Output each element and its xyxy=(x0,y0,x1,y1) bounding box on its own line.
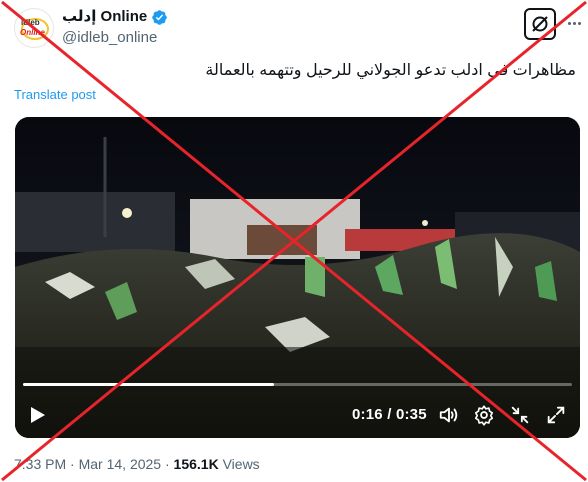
fullscreen-icon[interactable] xyxy=(545,404,567,426)
views-label: Views xyxy=(218,456,260,472)
grok-icon xyxy=(532,16,548,32)
minimize-icon[interactable] xyxy=(509,404,531,426)
settings-gear-icon[interactable] xyxy=(473,404,495,426)
meta-separator: · xyxy=(161,456,174,472)
volume-icon[interactable] xyxy=(438,404,460,426)
translate-post-link[interactable]: Translate post xyxy=(14,87,96,102)
video-time-current: 0:16 xyxy=(352,406,383,423)
video-frame xyxy=(15,117,580,438)
views-count: 156.1K xyxy=(173,456,219,472)
avatar-logo-bottom: Online xyxy=(20,28,45,37)
display-name[interactable]: إدلب Online xyxy=(62,7,147,27)
video-time-readout: 0:16 / 0:35 xyxy=(352,406,427,423)
avatar-logo-top: idleb xyxy=(21,18,40,27)
play-icon[interactable] xyxy=(25,403,49,427)
video-progress-fill xyxy=(23,383,274,386)
more-options-icon[interactable] xyxy=(568,14,586,32)
video-time-total: 0:35 xyxy=(395,406,427,423)
video-progress-bar[interactable] xyxy=(23,383,572,386)
account-handle[interactable]: @idleb_online xyxy=(62,28,168,48)
post-text: مظاهرات في ادلب تدعو الجولاني للرحيل وتت… xyxy=(205,62,576,79)
verified-badge-icon xyxy=(152,9,167,25)
display-name-row[interactable]: إدلب Online xyxy=(62,7,168,27)
post-meta: 7:33 PM · Mar 14, 2025 · 156.1K Views xyxy=(14,455,260,473)
grok-button[interactable] xyxy=(524,8,556,40)
post-date[interactable]: Mar 14, 2025 xyxy=(79,456,162,472)
post-header: idleb Online إدلب Online @idleb_online xyxy=(14,6,584,50)
meta-separator: · xyxy=(66,456,79,472)
avatar[interactable]: idleb Online xyxy=(14,8,54,48)
video-time-separator: / xyxy=(382,406,396,423)
video-player[interactable]: 0:16 / 0:35 xyxy=(15,117,580,438)
account-names: إدلب Online @idleb_online xyxy=(62,7,168,48)
post-time[interactable]: 7:33 PM xyxy=(14,456,66,472)
